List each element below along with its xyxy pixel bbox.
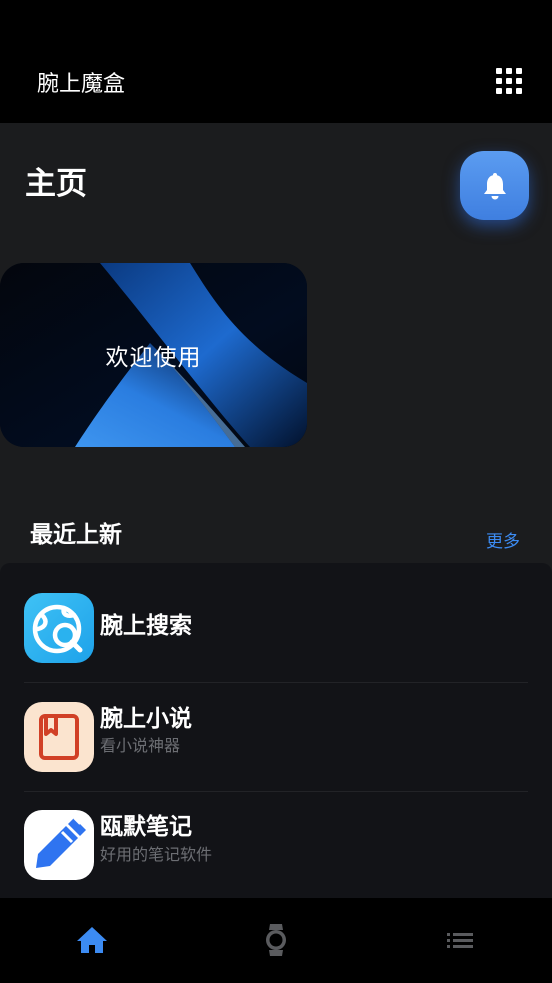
app-title: 腕上魔盒 [37, 72, 126, 97]
app-bar: 腕上魔盒 [0, 0, 552, 123]
welcome-banner[interactable]: 欢迎使用 [0, 263, 307, 447]
book-icon [24, 702, 94, 772]
list-item-wrist-novel[interactable]: 腕上小说 看小说神器 [0, 691, 552, 791]
app-description: 看小说神器 [100, 736, 181, 755]
watch-icon [266, 924, 286, 956]
divider [24, 682, 528, 683]
more-link[interactable]: 更多 [486, 527, 520, 552]
divider [24, 791, 528, 792]
bell-icon [483, 172, 506, 199]
app-description: 好用的笔记软件 [100, 845, 213, 864]
nav-home-button[interactable] [70, 918, 114, 962]
nav-list-button[interactable] [438, 918, 482, 962]
pen-icon [24, 810, 94, 880]
banner-text: 欢迎使用 [105, 345, 202, 371]
list-item-wrist-search[interactable]: 腕上搜索 [0, 582, 552, 682]
app-name: 腕上小说 [100, 706, 192, 732]
home-icon [77, 927, 107, 953]
bottom-navigation [0, 898, 552, 983]
section-title: 最近上新 [30, 522, 122, 548]
grid-menu-icon[interactable] [496, 68, 522, 94]
page-title: 主页 [25, 166, 87, 202]
app-name: 腕上搜索 [100, 613, 192, 639]
main-content: 主页 欢迎使用 最近上新 更多 腕上搜索 腕上小说 看小说神器 瓯默笔记 好用的… [0, 123, 552, 898]
list-icon [447, 933, 473, 948]
app-name: 瓯默笔记 [100, 814, 192, 840]
recent-app-list: 腕上搜索 腕上小说 看小说神器 瓯默笔记 好用的笔记软件 [0, 563, 552, 898]
search-globe-icon [24, 593, 94, 663]
list-item-oumo-notes[interactable]: 瓯默笔记 好用的笔记软件 [0, 799, 552, 898]
nav-watch-button[interactable] [254, 918, 298, 962]
notification-button[interactable] [460, 151, 529, 220]
